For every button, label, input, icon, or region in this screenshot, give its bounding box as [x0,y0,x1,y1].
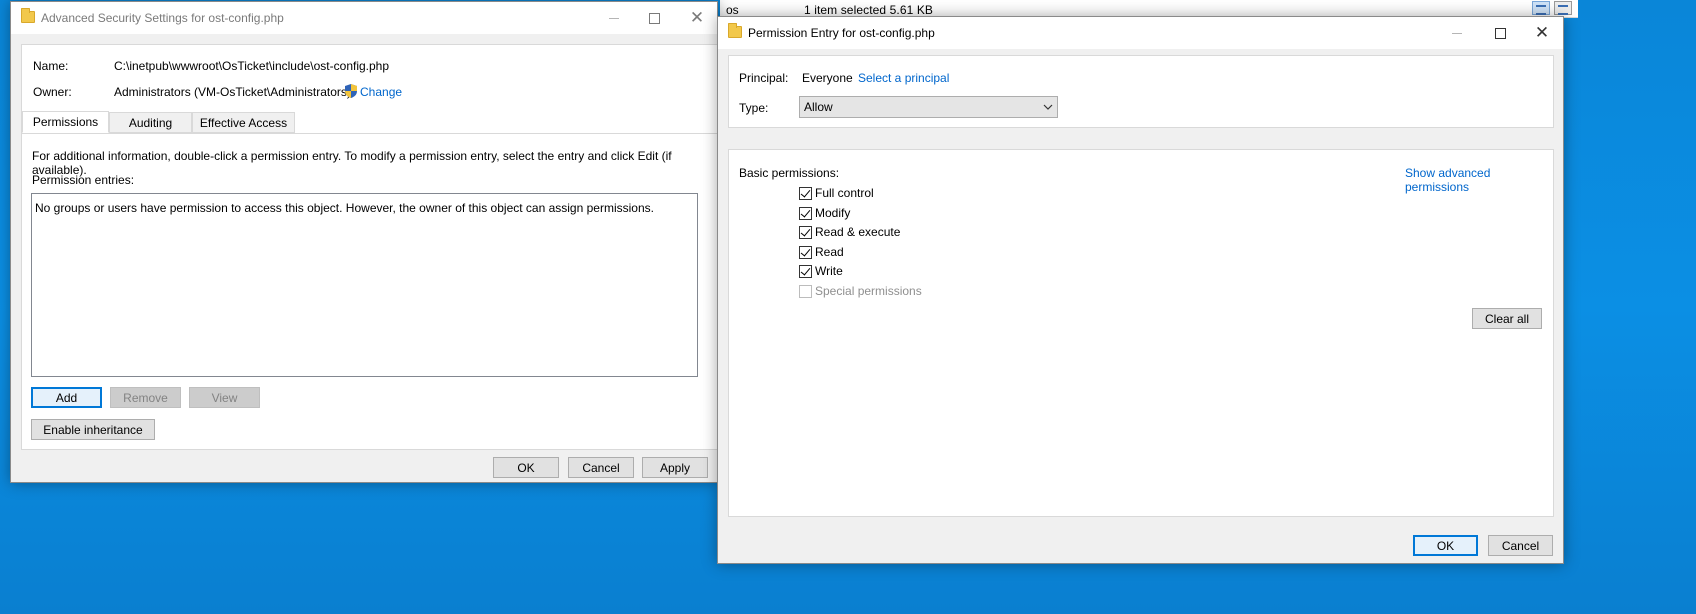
adv-ok-button[interactable]: OK [493,457,559,478]
explorer-status-text: 1 item selected 5.61 KB [804,3,934,17]
permission-label: Read & execute [815,225,901,239]
permission-label: Special permissions [815,284,922,298]
close-icon[interactable]: ✕ [674,2,720,34]
change-link-text[interactable]: Change [360,85,402,99]
remove-button[interactable]: Remove [110,387,181,408]
permissions-tab-panel: For additional information, double-click… [21,133,718,450]
tab-auditing[interactable]: Auditing [109,112,192,133]
info-text: For additional information, double-click… [32,149,672,177]
enable-inheritance-button[interactable]: Enable inheritance [31,419,155,440]
maximize-icon[interactable] [631,2,677,34]
folder-icon [728,23,742,38]
type-dropdown-value: Allow [804,100,833,114]
close-icon[interactable]: ✕ [1519,17,1565,49]
perm-ok-button[interactable]: OK [1413,535,1478,556]
details-view-icon[interactable] [1532,1,1550,15]
explorer-fragment-text: os [726,3,739,17]
adv-cancel-button[interactable]: Cancel [568,457,634,478]
basic-permissions-label: Basic permissions: [739,166,840,180]
permission-entry-window: Permission Entry for ost-config.php ✕ Pr… [717,16,1564,564]
add-button[interactable]: Add [31,387,102,408]
show-advanced-permissions-link[interactable]: Show advanced permissions [1405,166,1553,194]
checkbox-disabled [799,284,812,298]
name-value: C:\inetpub\wwwroot\OsTicket\include\ost-… [114,59,390,73]
adv-apply-button[interactable]: Apply [642,457,708,478]
owner-label: Owner: [33,85,72,99]
advanced-security-window: Advanced Security Settings for ost-confi… [10,1,718,483]
perm-window-title: Permission Entry for ost-config.php [748,26,935,40]
permission-read[interactable]: Read [799,244,844,260]
change-owner-link[interactable]: Change [345,84,402,99]
permission-modify[interactable]: Modify [799,205,850,221]
permission-label: Full control [815,186,874,200]
principal-panel: Principal: Everyone Select a principal T… [728,55,1554,128]
principal-label: Principal: [739,71,789,85]
chevron-down-icon [1043,101,1053,111]
uac-shield-icon [345,84,357,98]
tab-effective-access[interactable]: Effective Access [192,112,295,133]
minimize-icon[interactable] [1434,17,1480,49]
view-button[interactable]: View [189,387,260,408]
checkbox-checked[interactable] [799,245,812,259]
principal-value: Everyone [802,71,853,85]
permission-label: Modify [815,206,851,220]
perm-titlebar[interactable]: Permission Entry for ost-config.php ✕ [718,17,1563,49]
type-dropdown[interactable]: Allow [799,96,1058,118]
perm-cancel-button[interactable]: Cancel [1488,535,1553,556]
basic-permissions-panel: Basic permissions: Show advanced permiss… [728,149,1554,517]
owner-value: Administrators (VM-OsTicket\Administrato… [114,85,351,99]
empty-list-message: No groups or users have permission to ac… [35,201,654,215]
maximize-icon[interactable] [1477,17,1523,49]
checkbox-checked[interactable] [799,225,812,239]
checkbox-checked[interactable] [799,264,812,278]
permission-entries-list[interactable]: No groups or users have permission to ac… [31,193,698,377]
permission-special: Special permissions [799,283,922,299]
permission-label: Write [815,264,843,278]
adv-window-title: Advanced Security Settings for ost-confi… [41,11,284,25]
folder-icon [21,8,35,23]
adv-titlebar[interactable]: Advanced Security Settings for ost-confi… [11,2,717,34]
name-label: Name: [33,59,69,73]
permission-write[interactable]: Write [799,263,843,279]
select-principal-link[interactable]: Select a principal [858,71,949,85]
type-label: Type: [739,101,769,115]
permission-read-execute[interactable]: Read & execute [799,224,900,240]
checkbox-checked[interactable] [799,206,812,220]
checkbox-checked[interactable] [799,186,812,200]
permission-label: Read [815,245,844,259]
tab-permissions[interactable]: Permissions [22,111,109,133]
clear-all-button[interactable]: Clear all [1472,308,1542,329]
permission-entries-label: Permission entries: [32,173,135,187]
large-icons-view-icon[interactable] [1554,1,1572,15]
permission-full-control[interactable]: Full control [799,185,874,201]
